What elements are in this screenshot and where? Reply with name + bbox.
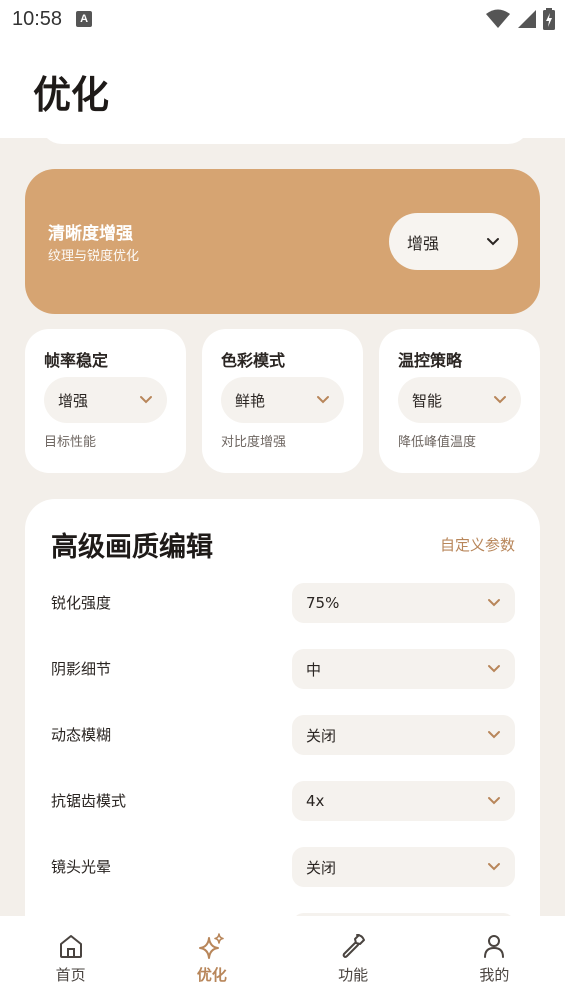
clarity-select[interactable]: 增强: [389, 213, 518, 270]
advanced-quality-card: 高级画质编辑 自定义参数 锐化强度 75% 阴影细节 中 动态模糊 关闭 抗锯齿…: [25, 499, 540, 916]
notification-a-icon: A: [76, 11, 93, 27]
select-value: 智能: [412, 391, 443, 410]
setting-label: 锐化强度: [51, 594, 112, 612]
person-icon: [484, 935, 505, 958]
select-value: 75%: [306, 594, 340, 612]
battery-icon: [543, 8, 555, 30]
setting-label: 动态模糊: [51, 726, 112, 744]
nav-label: 优化: [196, 966, 227, 984]
frame-rate-card: 帧率稳定 增强 目标性能: [25, 329, 186, 473]
setting-row: 动态模糊 关闭: [51, 715, 515, 755]
select-value: 关闭: [306, 726, 337, 745]
setting-row: 镜头光晕 关闭: [51, 847, 515, 887]
chevron-down-icon: [488, 599, 500, 607]
mini-card-title: 帧率稳定: [44, 351, 109, 370]
setting-row: 锐化强度 75%: [51, 583, 515, 623]
clarity-select-value: 增强: [407, 233, 440, 253]
custom-params-link[interactable]: 自定义参数: [440, 534, 515, 555]
thermal-select[interactable]: 智能: [398, 377, 521, 423]
antialias-select[interactable]: 4x: [292, 781, 515, 821]
setting-label: 镜头光晕: [51, 858, 112, 876]
motion-blur-select[interactable]: 关闭: [292, 715, 515, 755]
home-icon: [59, 935, 82, 958]
setting-label: 阴影细节: [51, 660, 112, 678]
mini-card-title: 色彩模式: [221, 351, 286, 370]
status-bar: 10:58 A: [0, 0, 565, 38]
frame-rate-select[interactable]: 增强: [44, 377, 167, 423]
select-value: 鲜艳: [235, 391, 266, 410]
chevron-down-icon: [488, 731, 500, 739]
page-header: 优化: [0, 38, 565, 138]
signal-icon: [518, 10, 536, 28]
chevron-down-icon: [488, 665, 500, 673]
clarity-enhance-card: 清晰度增强 纹理与锐度优化 增强: [25, 169, 540, 314]
sharpen-select[interactable]: 75%: [292, 583, 515, 623]
nav-profile[interactable]: 我的: [424, 916, 565, 1004]
setting-row: 抗锯齿模式 4x: [51, 781, 515, 821]
thermal-card: 温控策略 智能 降低峰值温度: [379, 329, 540, 473]
hero-subtitle: 纹理与锐度优化: [48, 249, 140, 264]
setting-label: 抗锯齿模式: [51, 792, 127, 810]
advanced-title: 高级画质编辑: [51, 532, 213, 563]
shadow-detail-select[interactable]: 中: [292, 649, 515, 689]
page-title: 优化: [33, 73, 110, 117]
color-mode-select[interactable]: 鲜艳: [221, 377, 344, 423]
previous-card-edge: [40, 138, 530, 144]
bottom-nav: 首页 优化 功能 我的: [0, 916, 565, 1004]
status-time: 10:58: [12, 7, 63, 30]
chevron-down-icon: [488, 863, 500, 871]
nav-features[interactable]: 功能: [283, 916, 424, 1004]
status-icons: [485, 8, 555, 30]
nav-home[interactable]: 首页: [0, 916, 141, 1004]
nav-label: 首页: [55, 966, 86, 984]
chevron-down-icon: [317, 396, 329, 404]
mini-card-desc: 对比度增强: [221, 435, 287, 450]
mini-card-title: 温控策略: [398, 351, 463, 370]
content-scroll[interactable]: 清晰度增强 纹理与锐度优化 增强 帧率稳定 增强 目标性能 色彩模式 鲜艳 对比…: [0, 138, 565, 916]
chevron-down-icon: [487, 237, 499, 245]
wifi-icon: [486, 9, 510, 28]
nav-optimize[interactable]: 优化: [141, 916, 282, 1004]
mini-card-desc: 降低峰值温度: [398, 435, 477, 450]
chevron-down-icon: [488, 797, 500, 805]
hero-title: 清晰度增强: [48, 224, 133, 244]
wrench-icon: [342, 934, 366, 958]
sparkle-icon: [198, 933, 224, 959]
color-mode-card: 色彩模式 鲜艳 对比度增强: [202, 329, 363, 473]
lens-flare-select[interactable]: 关闭: [292, 847, 515, 887]
chevron-down-icon: [494, 396, 506, 404]
nav-label: 功能: [338, 966, 369, 984]
select-value: 关闭: [306, 858, 337, 877]
select-value: 4x: [306, 792, 325, 810]
nav-label: 我的: [479, 966, 510, 984]
chevron-down-icon: [140, 396, 152, 404]
mini-card-desc: 目标性能: [44, 435, 97, 450]
select-value: 中: [306, 660, 322, 679]
select-value: 增强: [58, 391, 89, 410]
setting-row: 阴影细节 中: [51, 649, 515, 689]
